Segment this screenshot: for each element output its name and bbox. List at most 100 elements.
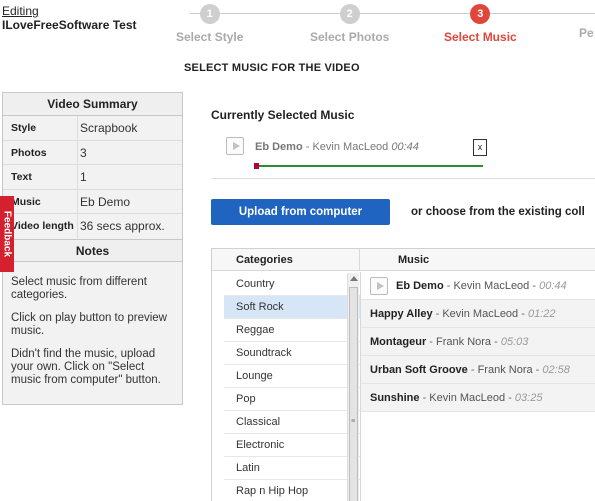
category-item[interactable]: Lounge	[224, 365, 360, 388]
track-title: Happy Alley	[370, 308, 433, 320]
step-select-style[interactable]: 1 Select Style	[176, 4, 243, 44]
category-item[interactable]: Pop	[224, 388, 360, 411]
step-select-music[interactable]: 3 Select Music	[444, 4, 517, 44]
summary-row-video-length: Video length 36 secs approx.	[3, 214, 182, 239]
summary-row-style: Style Scrapbook	[3, 116, 182, 141]
summary-key: Photos	[11, 146, 47, 159]
choose-existing-text: or choose from the existing coll	[411, 206, 585, 218]
track-info: Eb Demo - Kevin MacLeod - 00:44	[396, 280, 567, 292]
category-item[interactable]: Classical	[224, 411, 360, 434]
note-text: Click on play button to preview music.	[11, 311, 167, 337]
music-row[interactable]: Sunshine - Kevin MacLeod - 03:25	[361, 384, 595, 412]
summary-value: 36 secs approx.	[77, 214, 165, 239]
track-duration: 05:03	[500, 336, 529, 348]
remove-music-button[interactable]: x	[473, 139, 487, 156]
upload-from-computer-button[interactable]: Upload from computer	[211, 199, 390, 225]
music-header-label: Music	[398, 254, 430, 266]
step-number: 3	[470, 4, 491, 24]
category-item[interactable]: Latin	[224, 457, 360, 480]
track-title: Eb Demo	[255, 141, 303, 153]
summary-value: Eb Demo	[77, 189, 130, 213]
video-summary-heading: Video Summary	[3, 93, 182, 116]
category-item[interactable]: Electronic	[224, 434, 360, 457]
track-info: Montageur - Frank Nora - 05:03	[370, 336, 529, 348]
track-artist: Frank Nora	[477, 364, 533, 376]
currently-selected-heading: Currently Selected Music	[211, 108, 355, 122]
track-separator: -	[302, 141, 313, 153]
note-text: Select music from different categories.	[11, 275, 147, 301]
current-track: Eb Demo - Kevin MacLeod 00:44	[226, 137, 486, 159]
step-label: Select Style	[176, 30, 244, 44]
summary-key: Text	[11, 171, 32, 183]
current-track-info: Eb Demo - Kevin MacLeod 00:44	[255, 141, 419, 153]
editing-link[interactable]: Editing	[2, 4, 39, 18]
playback-progress-bar[interactable]	[254, 163, 483, 169]
music-row[interactable]: Montageur - Frank Nora - 05:03	[361, 328, 595, 356]
track-artist: Kevin MacLeod	[312, 141, 389, 153]
summary-key: Video length	[11, 220, 74, 232]
track-duration: 00:44	[539, 280, 567, 292]
track-duration: 00:44	[391, 141, 419, 153]
notes-heading: Notes	[3, 238, 182, 262]
step-select-photos[interactable]: 2 Select Photos	[310, 4, 389, 44]
page-heading: SELECT MUSIC FOR THE VIDEO	[184, 62, 360, 74]
scroll-up-arrow-icon[interactable]	[350, 276, 358, 281]
step-label: Select Photos	[310, 30, 390, 44]
summary-value: Scrapbook	[77, 116, 137, 140]
track-duration: 01:22	[527, 308, 556, 320]
category-item-selected[interactable]: Soft Rock	[224, 296, 360, 319]
feedback-label: Feedback	[1, 210, 13, 258]
summary-key: Music	[11, 195, 41, 208]
step-number: 1	[199, 4, 220, 24]
categories-header: Categories	[212, 249, 360, 271]
play-button[interactable]	[370, 277, 388, 295]
summary-row-music: Music Eb Demo	[3, 189, 182, 214]
scrollbar-thumb[interactable]: ≡	[349, 287, 358, 501]
step-label: Select Music	[444, 30, 517, 44]
music-row[interactable]: Happy Alley - Kevin MacLeod - 01:22	[361, 300, 595, 328]
track-title: Urban Soft Groove	[370, 364, 468, 376]
play-icon	[233, 142, 240, 150]
music-selection-area: Currently Selected Music Eb Demo - Kevin…	[186, 92, 595, 501]
track-info: Sunshine - Kevin MacLeod - 03:25	[370, 392, 543, 404]
music-browser: Categories Music Country Soft Rock Regga…	[211, 248, 595, 501]
summary-row-text: Text 1	[3, 165, 182, 190]
category-item[interactable]: Country	[224, 273, 360, 296]
step-label: Pe	[579, 26, 594, 40]
track-title: Eb Demo	[396, 280, 444, 292]
track-artist: Kevin MacLeod	[453, 280, 530, 292]
divider	[211, 178, 595, 179]
track-title: Sunshine	[370, 392, 420, 404]
feedback-tab[interactable]: Feedback	[0, 196, 14, 272]
music-row[interactable]: Eb Demo - Kevin MacLeod - 00:44	[361, 272, 595, 300]
summary-key: Style	[11, 122, 37, 134]
category-item[interactable]: Soundtrack	[224, 342, 360, 365]
category-item[interactable]: Reggae	[224, 319, 360, 342]
grip-icon: ≡	[351, 418, 356, 425]
track-artist: Kevin MacLeod	[429, 392, 506, 404]
track-artist: Frank Nora	[436, 336, 492, 348]
track-duration: 02:58	[542, 364, 570, 376]
play-button[interactable]	[226, 137, 244, 155]
category-scrollbar[interactable]: ≡	[347, 273, 359, 501]
music-list: Eb Demo - Kevin MacLeod - 00:44 Happy Al…	[360, 272, 595, 501]
summary-row-photos: Photos 3	[3, 140, 182, 165]
music-row[interactable]: Urban Soft Groove - Frank Nora - 02:58	[361, 356, 595, 384]
summary-value: 1	[77, 165, 87, 189]
track-artist: Kevin MacLeod	[442, 308, 519, 320]
track-title: Montageur	[370, 336, 427, 348]
category-list: Country Soft Rock Reggae Soundtrack Loun…	[224, 273, 360, 501]
note-text: Didn't find the music, upload your own. …	[11, 347, 161, 386]
categories-header-label: Categories	[236, 254, 293, 266]
project-title: ILoveFreeSoftware Test	[2, 18, 137, 32]
step-next[interactable]: Pe	[579, 24, 594, 40]
step-number: 2	[339, 4, 360, 24]
progress-handle[interactable]	[254, 163, 259, 169]
track-duration: 03:25	[514, 392, 543, 404]
video-summary-panel: Video Summary Style Scrapbook Photos 3 T…	[2, 92, 183, 405]
track-info: Urban Soft Groove - Frank Nora - 02:58	[370, 364, 570, 376]
music-header: Music	[360, 249, 595, 271]
category-item[interactable]: Rap n Hip Hop	[224, 480, 360, 501]
stepper-line	[190, 13, 595, 14]
summary-value: 3	[77, 140, 87, 164]
